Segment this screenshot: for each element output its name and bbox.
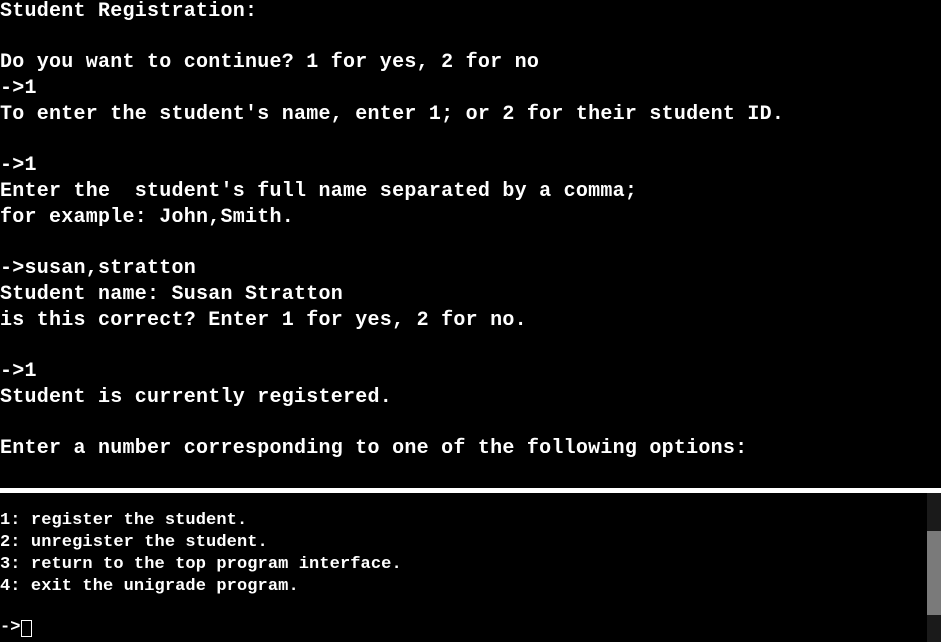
terminal-line-input-name: ->susan,stratton [0,257,197,280]
text-cursor [21,619,33,637]
command-prompt[interactable]: -> [0,617,33,639]
terminal-line-example: for example: John,Smith. [0,206,295,229]
menu-option-unregister: 2: unregister the student. [0,533,268,552]
terminal-line-enter-name-prompt: Enter the student's full name separated … [0,180,638,203]
terminal-input-pane[interactable]: 1: register the student. 2: unregister t… [0,493,941,642]
terminal-line-input-2: ->1 [0,154,37,177]
terminal-output-pane: Student Registration: Do you want to con… [0,0,941,488]
menu-option-register: 1: register the student. [0,511,248,530]
terminal-line-input-1: ->1 [0,77,37,100]
menu-option-return-top: 3: return to the top program interface. [0,555,402,574]
scrollbar-thumb[interactable] [927,531,941,615]
terminal-line-confirm-question: is this correct? Enter 1 for yes, 2 for … [0,309,527,332]
terminal-line-options-header: Enter a number corresponding to one of t… [0,437,748,460]
vertical-scrollbar[interactable] [927,493,941,642]
terminal-line-student-name: Student name: Susan Stratton [0,283,344,306]
terminal-line-name-or-id-question: To enter the student's name, enter 1; or… [0,103,785,126]
menu-option-exit: 4: exit the unigrade program. [0,577,299,596]
terminal-line-title: Student Registration: [0,0,258,23]
prompt-arrow: -> [0,618,21,637]
terminal-line-registration-status: Student is currently registered. [0,386,393,409]
terminal-line-input-3: ->1 [0,360,37,383]
terminal-line-continue-question: Do you want to continue? 1 for yes, 2 fo… [0,51,540,74]
